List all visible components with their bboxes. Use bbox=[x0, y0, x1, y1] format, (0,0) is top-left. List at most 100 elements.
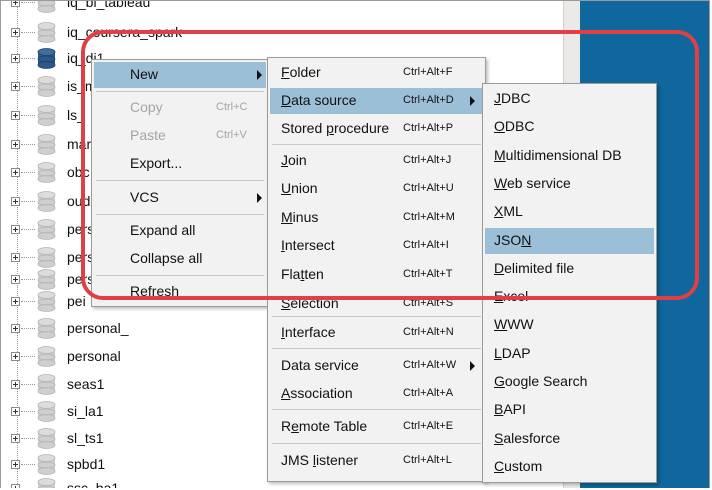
expand-toggle-icon[interactable] bbox=[11, 352, 20, 361]
new-menu-item[interactable]: JMS listener Ctrl+Alt+L bbox=[270, 448, 483, 474]
database-icon bbox=[37, 162, 56, 183]
database-icon bbox=[37, 478, 56, 488]
label-text: mote Table bbox=[298, 418, 368, 434]
label-text: API bbox=[503, 401, 526, 418]
tree-connector bbox=[21, 229, 35, 230]
expand-toggle-icon[interactable] bbox=[11, 253, 20, 262]
new-menu-item-shortcut: Ctrl+Alt+L bbox=[403, 454, 452, 466]
label-text: JMS bbox=[281, 452, 313, 468]
tree-connector bbox=[21, 301, 35, 302]
database-icon bbox=[37, 1, 56, 13]
database-icon bbox=[37, 401, 56, 422]
data-source-item-label: Custom bbox=[494, 458, 542, 474]
tree-connector bbox=[21, 328, 35, 329]
database-icon bbox=[37, 291, 56, 312]
mnemonic-letter: e bbox=[291, 418, 299, 434]
expand-toggle-icon[interactable] bbox=[11, 54, 20, 63]
tree-row-label: pei bbox=[67, 293, 86, 309]
expand-toggle-icon[interactable] bbox=[11, 434, 20, 443]
new-menu-item[interactable]: Association Ctrl+Alt+A bbox=[270, 381, 483, 407]
tree-row-label: seas1 bbox=[67, 376, 105, 392]
expand-toggle-icon[interactable] bbox=[11, 1, 20, 7]
label-text: WW bbox=[507, 316, 534, 333]
tree-connector bbox=[21, 411, 35, 412]
mnemonic-letter: W bbox=[494, 316, 508, 333]
expand-toggle-icon[interactable] bbox=[11, 324, 20, 333]
expand-toggle-icon[interactable] bbox=[11, 297, 20, 306]
menu-separator bbox=[272, 443, 481, 444]
mnemonic-letter: S bbox=[494, 429, 504, 446]
tree-connector bbox=[21, 86, 35, 87]
label-text: oogle Search bbox=[504, 373, 588, 389]
tree-connector bbox=[21, 32, 35, 33]
data-source-item[interactable]: BAPI bbox=[485, 397, 654, 423]
new-menu-item-label: Data service bbox=[281, 357, 359, 373]
new-menu-item-label: Association bbox=[281, 385, 353, 401]
tree-row-label: iq_bi_tableau bbox=[67, 1, 151, 10]
expand-toggle-icon[interactable] bbox=[11, 197, 20, 206]
database-icon bbox=[37, 374, 56, 395]
data-source-item-label: WWW bbox=[494, 316, 534, 332]
tree-connector bbox=[21, 2, 35, 3]
mnemonic-letter: C bbox=[494, 457, 505, 474]
new-menu-item-label: Remote Table bbox=[281, 418, 367, 434]
database-icon bbox=[37, 76, 56, 97]
tree-row-label: personal_ bbox=[67, 320, 129, 336]
database-icon bbox=[37, 191, 56, 212]
new-menu-item[interactable]: Data service Ctrl+Alt+W bbox=[270, 353, 483, 379]
tree-row-label: spbd1 bbox=[67, 456, 106, 472]
new-menu-item-label: Interface bbox=[281, 324, 335, 340]
expand-toggle-icon[interactable] bbox=[11, 28, 20, 37]
new-menu-item[interactable]: Remote Table Ctrl+Alt+E bbox=[270, 414, 483, 440]
tree-row-label: ssc_ba1 bbox=[67, 480, 120, 488]
expand-toggle-icon[interactable] bbox=[11, 407, 20, 416]
expand-toggle-icon[interactable] bbox=[11, 460, 20, 469]
data-source-item-label: Google Search bbox=[494, 373, 587, 389]
expand-toggle-icon[interactable] bbox=[11, 484, 20, 488]
tree-row-label: si_la1 bbox=[67, 403, 104, 419]
database-icon bbox=[37, 105, 56, 126]
tree-connector bbox=[21, 464, 35, 465]
label-text: istener bbox=[316, 452, 359, 468]
tree-connector bbox=[21, 115, 35, 116]
data-source-item[interactable]: Google Search bbox=[485, 369, 654, 395]
tree-row-label: personal bbox=[67, 348, 121, 364]
new-menu-item-shortcut: Ctrl+Alt+A bbox=[403, 387, 454, 399]
expand-toggle-icon[interactable] bbox=[11, 140, 20, 149]
tree-connector bbox=[21, 58, 35, 59]
tree-connector bbox=[21, 201, 35, 202]
label-text: R bbox=[281, 418, 292, 434]
new-menu-item-shortcut: Ctrl+Alt+N bbox=[403, 326, 454, 338]
data-source-item[interactable]: Custom bbox=[485, 454, 654, 480]
new-menu-item-label: JMS listener bbox=[281, 452, 358, 468]
label-text: alesforce bbox=[503, 429, 561, 446]
data-source-item[interactable]: LDAP bbox=[485, 341, 654, 367]
database-icon bbox=[37, 48, 56, 69]
tree-connector bbox=[21, 144, 35, 145]
expand-toggle-icon[interactable] bbox=[11, 225, 20, 234]
mnemonic-letter: A bbox=[281, 385, 291, 401]
tree-connector bbox=[21, 356, 35, 357]
mnemonic-letter: G bbox=[494, 373, 505, 389]
expand-toggle-icon[interactable] bbox=[11, 82, 20, 91]
new-menu-item[interactable]: Interface Ctrl+Alt+N bbox=[270, 320, 483, 346]
expand-toggle-icon[interactable] bbox=[11, 380, 20, 389]
tree-row-label: sl_ts1 bbox=[67, 430, 104, 446]
data-source-item[interactable]: WWW bbox=[485, 312, 654, 338]
tree-connector bbox=[21, 279, 35, 280]
label-text: ssociation bbox=[290, 385, 353, 401]
tree-connector bbox=[21, 172, 35, 173]
label-text: ustom bbox=[504, 457, 543, 474]
database-icon bbox=[37, 269, 56, 290]
database-icon bbox=[37, 428, 56, 449]
submenu-arrow-icon bbox=[470, 361, 475, 371]
data-source-item[interactable]: Salesforce bbox=[485, 426, 654, 452]
tree-connector bbox=[21, 257, 35, 258]
database-icon bbox=[37, 22, 56, 43]
tree-row[interactable]: iq_bi_tableau bbox=[1, 1, 561, 17]
tree-connector bbox=[21, 384, 35, 385]
expand-toggle-icon[interactable] bbox=[11, 275, 20, 284]
menu-separator bbox=[272, 409, 481, 410]
expand-toggle-icon[interactable] bbox=[11, 111, 20, 120]
expand-toggle-icon[interactable] bbox=[11, 168, 20, 177]
